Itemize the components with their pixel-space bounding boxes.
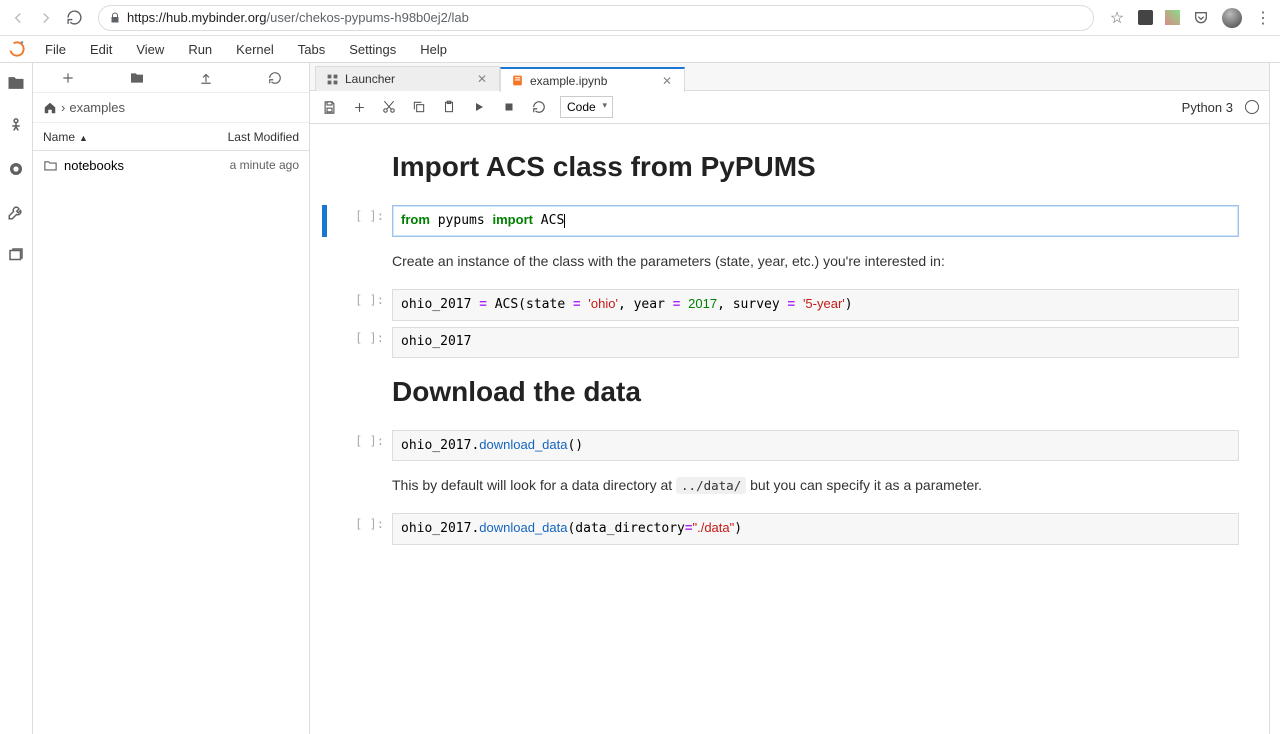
close-icon[interactable]: ✕ bbox=[660, 74, 674, 88]
lock-icon bbox=[109, 12, 121, 24]
code-input[interactable]: ohio_2017 bbox=[392, 327, 1239, 358]
notebook-toolbar: Code Python 3 bbox=[310, 91, 1269, 124]
forward-button[interactable] bbox=[36, 8, 56, 28]
menu-edit[interactable]: Edit bbox=[78, 38, 124, 61]
breadcrumb[interactable]: › examples bbox=[33, 93, 309, 123]
activity-tabs[interactable] bbox=[2, 241, 30, 269]
paragraph: Create an instance of the class with the… bbox=[392, 253, 1239, 269]
paste-button[interactable] bbox=[440, 98, 458, 116]
file-name: notebooks bbox=[64, 158, 124, 173]
refresh-button[interactable] bbox=[263, 66, 287, 90]
notebook-icon bbox=[511, 74, 524, 87]
run-button[interactable] bbox=[470, 98, 488, 116]
address-bar[interactable]: https://hub.mybinder.org/user/chekos-pyp… bbox=[98, 5, 1094, 31]
file-modified: a minute ago bbox=[230, 158, 299, 172]
code-cell[interactable]: [ ]: ohio_2017.download_data() bbox=[322, 430, 1239, 462]
cell-type-select[interactable]: Code bbox=[560, 96, 613, 118]
save-button[interactable] bbox=[320, 98, 338, 116]
ext-icon-1[interactable] bbox=[1138, 10, 1153, 25]
kebab-menu-icon[interactable]: ⋮ bbox=[1254, 9, 1272, 27]
code-cell[interactable]: [ ]: from pypums import ACS bbox=[322, 205, 1239, 237]
star-icon[interactable]: ☆ bbox=[1108, 9, 1126, 27]
kernel-status-icon[interactable] bbox=[1245, 100, 1259, 114]
activity-wrench[interactable] bbox=[2, 198, 30, 226]
file-row[interactable]: notebooks a minute ago bbox=[33, 151, 309, 179]
tab-label: Launcher bbox=[345, 72, 395, 86]
url-text: https://hub.mybinder.org/user/chekos-pyp… bbox=[127, 10, 469, 25]
tab-bar: Launcher ✕ example.ipynb ✕ bbox=[310, 63, 1269, 91]
home-icon[interactable] bbox=[43, 101, 57, 115]
new-folder-button[interactable] bbox=[125, 66, 149, 90]
cut-button[interactable] bbox=[380, 98, 398, 116]
menu-settings[interactable]: Settings bbox=[337, 38, 408, 61]
launcher-icon bbox=[326, 73, 339, 86]
file-browser: › examples Name▲ Last Modified notebooks… bbox=[33, 63, 310, 734]
tab-example-ipynb[interactable]: example.ipynb ✕ bbox=[500, 67, 685, 92]
markdown-cell[interactable]: This by default will look for a data dir… bbox=[322, 467, 1239, 507]
breadcrumb-item[interactable]: examples bbox=[69, 100, 125, 115]
activity-filebrowser[interactable] bbox=[2, 69, 30, 97]
new-launcher-button[interactable] bbox=[56, 66, 80, 90]
menu-tabs[interactable]: Tabs bbox=[286, 38, 337, 61]
heading: Download the data bbox=[392, 376, 1239, 408]
heading: Import ACS class from PyPUMS bbox=[392, 151, 1239, 183]
menu-help[interactable]: Help bbox=[408, 38, 459, 61]
code-input[interactable]: ohio_2017 = ACS(state = 'ohio', year = 2… bbox=[392, 289, 1239, 321]
folder-icon bbox=[43, 158, 58, 173]
markdown-cell[interactable]: Download the data bbox=[322, 364, 1239, 424]
reload-button[interactable] bbox=[64, 8, 84, 28]
paragraph: This by default will look for a data dir… bbox=[392, 477, 1239, 493]
activity-running[interactable] bbox=[2, 112, 30, 140]
cell-prompt: [ ]: bbox=[337, 513, 392, 545]
col-modified[interactable]: Last Modified bbox=[228, 130, 299, 144]
tab-label: example.ipynb bbox=[530, 74, 607, 88]
cell-prompt: [ ]: bbox=[337, 205, 392, 237]
activity-bar bbox=[0, 63, 33, 734]
code-cell[interactable]: [ ]: ohio_2017 = ACS(state = 'ohio', yea… bbox=[322, 289, 1239, 321]
col-name[interactable]: Name▲ bbox=[43, 130, 88, 144]
markdown-cell[interactable]: Create an instance of the class with the… bbox=[322, 243, 1239, 283]
notebook-content[interactable]: Import ACS class from PyPUMS [ ]: from p… bbox=[310, 124, 1269, 734]
tab-launcher[interactable]: Launcher ✕ bbox=[315, 66, 500, 91]
copy-button[interactable] bbox=[410, 98, 428, 116]
interrupt-button[interactable] bbox=[500, 98, 518, 116]
code-input[interactable]: ohio_2017.download_data(data_directory="… bbox=[392, 513, 1239, 545]
menu-view[interactable]: View bbox=[124, 38, 176, 61]
menu-kernel[interactable]: Kernel bbox=[224, 38, 286, 61]
profile-avatar-icon[interactable] bbox=[1222, 8, 1242, 28]
ext-icon-2[interactable] bbox=[1165, 10, 1180, 25]
back-button[interactable] bbox=[8, 8, 28, 28]
kernel-name[interactable]: Python 3 bbox=[1182, 100, 1233, 115]
cell-prompt: [ ]: bbox=[337, 289, 392, 321]
code-input[interactable]: from pypums import ACS bbox=[392, 205, 1239, 237]
insert-cell-button[interactable] bbox=[350, 98, 368, 116]
upload-button[interactable] bbox=[194, 66, 218, 90]
cell-prompt: [ ]: bbox=[337, 327, 392, 358]
pocket-icon[interactable] bbox=[1192, 9, 1210, 27]
restart-button[interactable] bbox=[530, 98, 548, 116]
activity-commands[interactable] bbox=[2, 155, 30, 183]
code-cell[interactable]: [ ]: ohio_2017 bbox=[322, 327, 1239, 358]
close-icon[interactable]: ✕ bbox=[475, 72, 489, 86]
jupyter-logo[interactable] bbox=[0, 39, 33, 59]
browser-chrome: https://hub.mybinder.org/user/chekos-pyp… bbox=[0, 0, 1280, 36]
breadcrumb-sep: › bbox=[61, 100, 65, 115]
code-cell[interactable]: [ ]: ohio_2017.download_data(data_direct… bbox=[322, 513, 1239, 545]
menu-run[interactable]: Run bbox=[176, 38, 224, 61]
menu-file[interactable]: File bbox=[33, 38, 78, 61]
code-input[interactable]: ohio_2017.download_data() bbox=[392, 430, 1239, 462]
menu-bar: File Edit View Run Kernel Tabs Settings … bbox=[0, 36, 1280, 63]
markdown-cell[interactable]: Import ACS class from PyPUMS bbox=[322, 139, 1239, 199]
cell-prompt: [ ]: bbox=[337, 430, 392, 462]
